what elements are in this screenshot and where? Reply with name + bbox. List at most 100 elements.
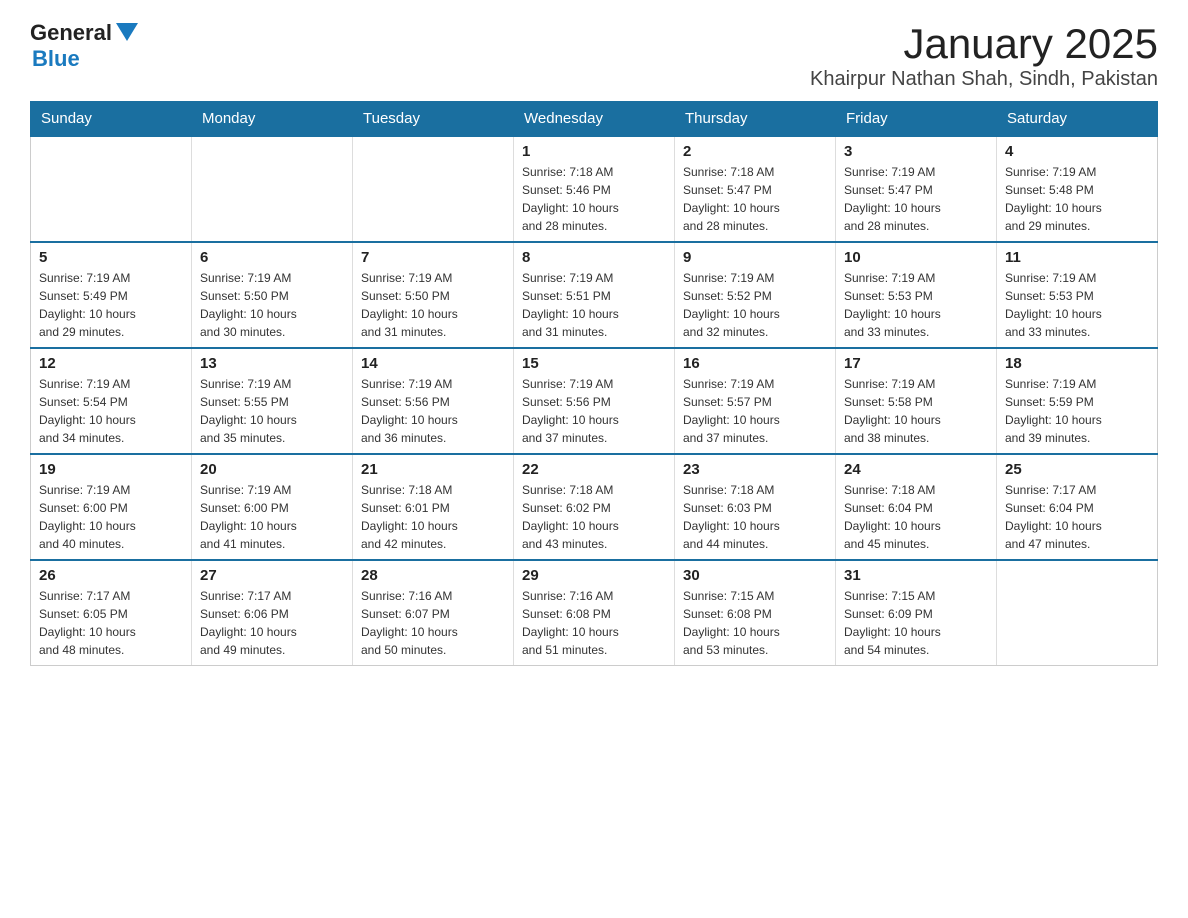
day-number: 17: [844, 355, 988, 372]
day-info: Sunrise: 7:15 AM Sunset: 6:09 PM Dayligh…: [844, 587, 988, 659]
day-info: Sunrise: 7:19 AM Sunset: 5:47 PM Dayligh…: [844, 163, 988, 235]
day-number: 20: [200, 461, 344, 478]
day-info: Sunrise: 7:18 AM Sunset: 5:46 PM Dayligh…: [522, 163, 666, 235]
calendar-cell: 4Sunrise: 7:19 AM Sunset: 5:48 PM Daylig…: [997, 136, 1158, 242]
day-number: 25: [1005, 461, 1149, 478]
day-number: 28: [361, 567, 505, 584]
calendar-cell: 13Sunrise: 7:19 AM Sunset: 5:55 PM Dayli…: [192, 348, 353, 454]
calendar-cell: 26Sunrise: 7:17 AM Sunset: 6:05 PM Dayli…: [31, 560, 192, 666]
column-header-tuesday: Tuesday: [353, 102, 514, 137]
day-number: 19: [39, 461, 183, 478]
day-info: Sunrise: 7:19 AM Sunset: 5:50 PM Dayligh…: [200, 269, 344, 341]
day-info: Sunrise: 7:19 AM Sunset: 5:49 PM Dayligh…: [39, 269, 183, 341]
calendar-cell: 17Sunrise: 7:19 AM Sunset: 5:58 PM Dayli…: [836, 348, 997, 454]
day-number: 29: [522, 567, 666, 584]
day-number: 8: [522, 249, 666, 266]
day-number: 16: [683, 355, 827, 372]
calendar-title: January 2025: [810, 20, 1158, 68]
calendar-cell: 1 Sunrise: 7:18 AM Sunset: 5:46 PM Daylig…: [514, 136, 675, 242]
calendar-cell: 20Sunrise: 7:19 AM Sunset: 6:00 PM Dayli…: [192, 454, 353, 560]
day-info: Sunrise: 7:19 AM Sunset: 5:53 PM Dayligh…: [1005, 269, 1149, 341]
calendar-week-row: 1 Sunrise: 7:18 AM Sunset: 5:46 PM Daylig…: [31, 136, 1158, 242]
calendar-cell: 15 Sunrise: 7:19 AM Sunset: 5:56 PM Dayli…: [514, 348, 675, 454]
calendar-cell: 12 Sunrise: 7:19 AM Sunset: 5:54 PM Dayli…: [31, 348, 192, 454]
calendar-cell: 31 Sunrise: 7:15 AM Sunset: 6:09 PM Dayli…: [836, 560, 997, 666]
day-info: Sunrise: 7:19 AM Sunset: 6:00 PM Dayligh…: [39, 481, 183, 553]
day-info: Sunrise: 7:19 AM Sunset: 5:51 PM Dayligh…: [522, 269, 666, 341]
column-header-friday: Friday: [836, 102, 997, 137]
day-info: Sunrise: 7:15 AM Sunset: 6:08 PM Dayligh…: [683, 587, 827, 659]
day-number: 5: [39, 249, 183, 266]
day-number: 18: [1005, 355, 1149, 372]
calendar-cell: 21Sunrise: 7:18 AM Sunset: 6:01 PM Dayli…: [353, 454, 514, 560]
day-info: Sunrise: 7:19 AM Sunset: 5:57 PM Dayligh…: [683, 375, 827, 447]
day-info: Sunrise: 7:18 AM Sunset: 6:02 PM Dayligh…: [522, 481, 666, 553]
day-info: Sunrise: 7:18 AM Sunset: 5:47 PM Dayligh…: [683, 163, 827, 235]
day-number: 12: [39, 355, 183, 372]
day-number: 31: [844, 567, 988, 584]
calendar-table: SundayMondayTuesdayWednesdayThursdayFrid…: [30, 101, 1158, 666]
column-header-sunday: Sunday: [31, 102, 192, 137]
logo-blue-text: Blue: [32, 46, 80, 72]
calendar-cell: 7Sunrise: 7:19 AM Sunset: 5:50 PM Daylig…: [353, 242, 514, 348]
day-number: 23: [683, 461, 827, 478]
calendar-cell: 22 Sunrise: 7:18 AM Sunset: 6:02 PM Dayli…: [514, 454, 675, 560]
calendar-cell: 8 Sunrise: 7:19 AM Sunset: 5:51 PM Daylig…: [514, 242, 675, 348]
day-info: Sunrise: 7:19 AM Sunset: 5:48 PM Dayligh…: [1005, 163, 1149, 235]
calendar-week-row: 5 Sunrise: 7:19 AM Sunset: 5:49 PM Daylig…: [31, 242, 1158, 348]
calendar-cell: 10Sunrise: 7:19 AM Sunset: 5:53 PM Dayli…: [836, 242, 997, 348]
day-number: 15: [522, 355, 666, 372]
day-number: 3: [844, 143, 988, 160]
day-number: 24: [844, 461, 988, 478]
day-number: 1: [522, 143, 666, 160]
calendar-week-row: 26Sunrise: 7:17 AM Sunset: 6:05 PM Dayli…: [31, 560, 1158, 666]
day-number: 6: [200, 249, 344, 266]
calendar-cell: [353, 136, 514, 242]
day-number: 14: [361, 355, 505, 372]
column-header-wednesday: Wednesday: [514, 102, 675, 137]
day-info: Sunrise: 7:18 AM Sunset: 6:04 PM Dayligh…: [844, 481, 988, 553]
day-number: 11: [1005, 249, 1149, 266]
calendar-cell: 9Sunrise: 7:19 AM Sunset: 5:52 PM Daylig…: [675, 242, 836, 348]
column-header-monday: Monday: [192, 102, 353, 137]
day-number: 30: [683, 567, 827, 584]
calendar-cell: 18Sunrise: 7:19 AM Sunset: 5:59 PM Dayli…: [997, 348, 1158, 454]
column-header-saturday: Saturday: [997, 102, 1158, 137]
calendar-cell: 5 Sunrise: 7:19 AM Sunset: 5:49 PM Daylig…: [31, 242, 192, 348]
day-info: Sunrise: 7:17 AM Sunset: 6:04 PM Dayligh…: [1005, 481, 1149, 553]
title-block: January 2025 Khairpur Nathan Shah, Sindh…: [810, 20, 1158, 91]
day-info: Sunrise: 7:16 AM Sunset: 6:07 PM Dayligh…: [361, 587, 505, 659]
logo-general-text: General: [30, 20, 112, 46]
calendar-cell: 19 Sunrise: 7:19 AM Sunset: 6:00 PM Dayli…: [31, 454, 192, 560]
calendar-cell: [31, 136, 192, 242]
day-number: 2: [683, 143, 827, 160]
day-number: 9: [683, 249, 827, 266]
day-info: Sunrise: 7:17 AM Sunset: 6:05 PM Dayligh…: [39, 587, 183, 659]
calendar-cell: 27Sunrise: 7:17 AM Sunset: 6:06 PM Dayli…: [192, 560, 353, 666]
calendar-header-row: SundayMondayTuesdayWednesdayThursdayFrid…: [31, 102, 1158, 137]
calendar-cell: 11 Sunrise: 7:19 AM Sunset: 5:53 PM Dayli…: [997, 242, 1158, 348]
day-info: Sunrise: 7:18 AM Sunset: 6:01 PM Dayligh…: [361, 481, 505, 553]
calendar-subtitle: Khairpur Nathan Shah, Sindh, Pakistan: [810, 68, 1158, 91]
column-header-thursday: Thursday: [675, 102, 836, 137]
day-info: Sunrise: 7:19 AM Sunset: 5:54 PM Dayligh…: [39, 375, 183, 447]
page-header: General Blue January 2025 Khairpur Natha…: [30, 20, 1158, 91]
calendar-cell: 29Sunrise: 7:16 AM Sunset: 6:08 PM Dayli…: [514, 560, 675, 666]
day-number: 22: [522, 461, 666, 478]
day-info: Sunrise: 7:19 AM Sunset: 5:56 PM Dayligh…: [522, 375, 666, 447]
calendar-cell: 23Sunrise: 7:18 AM Sunset: 6:03 PM Dayli…: [675, 454, 836, 560]
calendar-week-row: 19 Sunrise: 7:19 AM Sunset: 6:00 PM Dayli…: [31, 454, 1158, 560]
calendar-cell: 28 Sunrise: 7:16 AM Sunset: 6:07 PM Dayli…: [353, 560, 514, 666]
day-info: Sunrise: 7:19 AM Sunset: 5:56 PM Dayligh…: [361, 375, 505, 447]
day-number: 7: [361, 249, 505, 266]
logo: General Blue: [30, 20, 138, 72]
calendar-cell: 25 Sunrise: 7:17 AM Sunset: 6:04 PM Dayli…: [997, 454, 1158, 560]
calendar-cell: 30 Sunrise: 7:15 AM Sunset: 6:08 PM Dayli…: [675, 560, 836, 666]
calendar-cell: 24 Sunrise: 7:18 AM Sunset: 6:04 PM Dayli…: [836, 454, 997, 560]
day-number: 13: [200, 355, 344, 372]
calendar-cell: [192, 136, 353, 242]
calendar-cell: 16 Sunrise: 7:19 AM Sunset: 5:57 PM Dayli…: [675, 348, 836, 454]
calendar-cell: 3 Sunrise: 7:19 AM Sunset: 5:47 PM Daylig…: [836, 136, 997, 242]
day-info: Sunrise: 7:17 AM Sunset: 6:06 PM Dayligh…: [200, 587, 344, 659]
calendar-cell: 6 Sunrise: 7:19 AM Sunset: 5:50 PM Daylig…: [192, 242, 353, 348]
